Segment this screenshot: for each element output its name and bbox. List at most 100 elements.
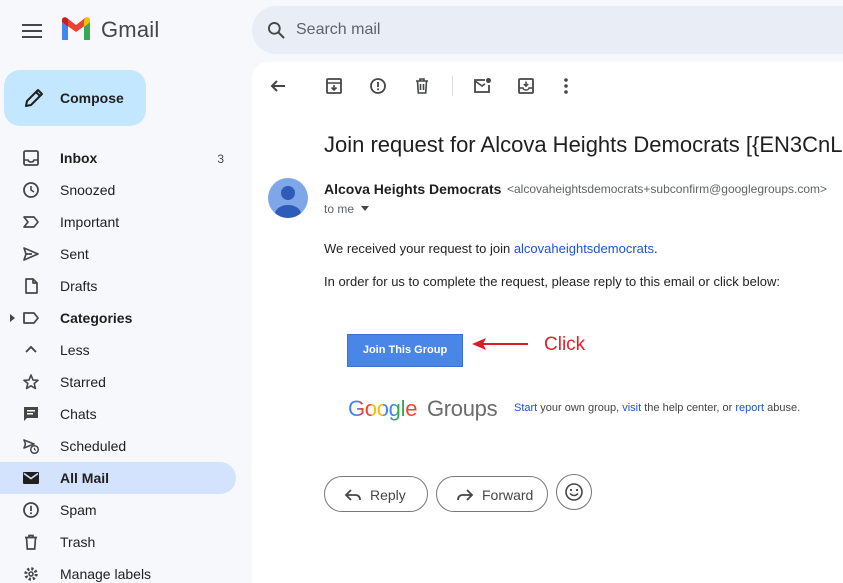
sidebar-item-label: Drafts <box>60 278 98 294</box>
sidebar-item-label: Chats <box>60 406 97 422</box>
sidebar-item-label: Categories <box>60 310 133 326</box>
sidebar-item-label: Trash <box>60 534 96 550</box>
body-line-1: We received your request to join alcovah… <box>324 241 658 256</box>
sidebar-item-starred[interactable]: Starred <box>0 366 236 398</box>
trash-icon <box>416 78 428 94</box>
search-bar[interactable] <box>252 6 843 54</box>
chat-icon <box>24 407 38 421</box>
star-icon <box>23 374 39 390</box>
compose-button[interactable]: Compose <box>4 70 146 126</box>
toolbar-divider <box>452 76 453 96</box>
label-icon <box>23 312 39 324</box>
sidebar-item-label: Starred <box>60 374 106 390</box>
forward-button[interactable]: Forward <box>436 476 548 512</box>
smiley-icon <box>565 483 583 501</box>
chevron-up-icon <box>25 345 37 353</box>
mark-unread-button[interactable] <box>470 74 494 98</box>
sidebar-item-sent[interactable]: Sent <box>0 238 236 270</box>
back-arrow-icon <box>270 80 285 92</box>
start-link[interactable]: Start <box>514 402 537 414</box>
sender-avatar[interactable] <box>268 178 308 218</box>
email-subject: Join request for Alcova Heights Democrat… <box>324 132 843 157</box>
report-link[interactable]: report <box>735 402 764 414</box>
reply-button[interactable]: Reply <box>324 476 428 512</box>
google-wordmark: Google <box>348 396 418 421</box>
delete-button[interactable] <box>410 74 434 98</box>
clock-icon <box>23 182 39 198</box>
sidebar-item-inbox[interactable]: Inbox 3 <box>0 142 236 174</box>
google-groups-footer: Start your own group, visit the help cen… <box>514 402 800 414</box>
body-text: . <box>654 241 658 256</box>
click-annotation: Click <box>544 334 586 355</box>
sidebar-item-label: Important <box>60 214 120 230</box>
emoji-reaction-button[interactable] <box>556 474 592 510</box>
sender-name: Alcova Heights Democrats <box>324 181 502 197</box>
sidebar-item-label: Less <box>60 342 90 358</box>
report-spam-icon <box>370 78 386 94</box>
sender-email: <alcovaheightsdemocrats+subconfirm@googl… <box>507 182 828 196</box>
search-icon[interactable] <box>266 20 286 40</box>
sidebar-item-drafts[interactable]: Drafts <box>0 270 236 302</box>
sidebar-item-spam[interactable]: Spam <box>0 494 236 526</box>
sidebar-item-categories[interactable]: Categories <box>0 302 236 334</box>
more-options-button[interactable] <box>554 74 578 98</box>
message-pane: Join request for Alcova Heights Democrat… <box>252 62 843 583</box>
report-spam-button[interactable] <box>366 74 390 98</box>
body-text: We received your request to join <box>324 241 514 256</box>
gmail-logo-icon[interactable] <box>60 16 92 42</box>
top-bar: Gmail <box>0 0 843 60</box>
archive-icon <box>326 78 342 94</box>
google-groups-logo[interactable]: Google Groups <box>348 396 498 422</box>
join-group-button[interactable]: Join This Group <box>347 334 463 367</box>
sidebar-item-important[interactable]: Important <box>0 206 236 238</box>
main-menu-icon[interactable] <box>20 20 44 40</box>
important-icon <box>23 216 39 228</box>
footer-text: the help center, or <box>641 402 736 414</box>
forward-icon <box>457 489 474 501</box>
move-to-inbox-button[interactable] <box>514 74 538 98</box>
scheduled-icon <box>23 439 40 455</box>
draft-icon <box>25 278 38 294</box>
unread-count: 3 <box>217 152 224 166</box>
app-name: Gmail <box>101 17 160 42</box>
gear-icon <box>24 567 38 581</box>
search-input[interactable] <box>296 6 796 54</box>
body-line-2: In order for us to complete the request,… <box>324 274 780 289</box>
inbox-icon <box>23 150 39 166</box>
sidebar-item-label: Spam <box>60 502 97 518</box>
footer-text: abuse. <box>764 402 801 414</box>
sidebar-item-chats[interactable]: Chats <box>0 398 236 430</box>
sidebar-item-manage-labels[interactable]: Manage labels <box>0 558 236 583</box>
reply-label: Reply <box>370 487 406 503</box>
mark-unread-icon <box>474 78 491 93</box>
sidebar-nav: Inbox 3 Snoozed Important Sent Drafts Ca… <box>0 142 236 583</box>
move-to-inbox-icon <box>518 78 534 94</box>
compose-label: Compose <box>60 90 124 106</box>
visit-link[interactable]: visit <box>622 402 641 414</box>
expand-caret-icon[interactable] <box>10 314 15 322</box>
red-arrow-annotation <box>472 338 528 350</box>
sidebar-item-all-mail[interactable]: All Mail <box>0 462 236 494</box>
sidebar-item-label: Scheduled <box>60 438 127 454</box>
group-link[interactable]: alcovaheightsdemocrats <box>514 241 654 256</box>
show-details-caret-icon[interactable] <box>361 206 369 211</box>
sidebar-item-trash[interactable]: Trash <box>0 526 236 558</box>
reply-icon <box>344 489 361 501</box>
sidebar-item-label: Sent <box>60 246 89 262</box>
sidebar-item-label: Manage labels <box>60 566 152 582</box>
footer-text: your own group, <box>537 402 623 414</box>
pencil-icon <box>25 89 43 107</box>
sidebar-item-label: Inbox <box>60 150 98 166</box>
send-icon <box>23 247 39 261</box>
sidebar-item-scheduled[interactable]: Scheduled <box>0 430 236 462</box>
sidebar-item-snoozed[interactable]: Snoozed <box>0 174 236 206</box>
forward-label: Forward <box>482 487 534 503</box>
groups-wordmark: Groups <box>426 396 498 421</box>
back-button[interactable] <box>266 74 290 98</box>
recipient-label: to me <box>324 202 355 216</box>
sidebar-item-label: All Mail <box>60 470 110 486</box>
person-icon <box>275 186 301 218</box>
archive-button[interactable] <box>322 74 346 98</box>
trash-icon <box>25 534 37 550</box>
sidebar-item-less[interactable]: Less <box>0 334 236 366</box>
